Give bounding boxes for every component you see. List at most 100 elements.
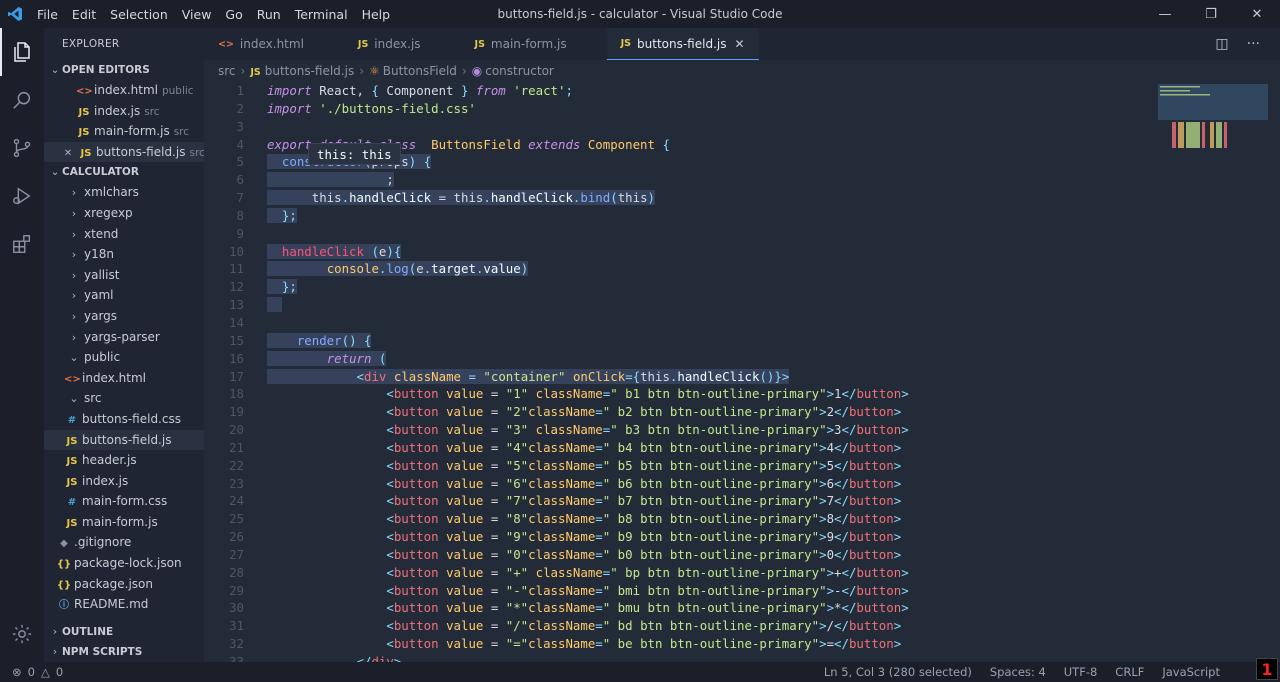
notification-badge[interactable]: 1 (1256, 658, 1278, 680)
code-token: this (453, 190, 484, 206)
breadcrumb-file[interactable]: buttons-field.js (265, 64, 354, 78)
code-token: value (446, 636, 484, 652)
chevron-right-icon: › (71, 206, 77, 220)
tree-item[interactable]: › yallist (44, 265, 204, 286)
code-token: > (819, 475, 827, 491)
chevron-right-icon: › (52, 626, 58, 638)
menu-view[interactable]: View (175, 7, 219, 22)
menu-run[interactable]: Run (250, 7, 288, 22)
code-token: className (528, 404, 596, 420)
extensions-icon[interactable] (0, 220, 44, 268)
menu-selection[interactable]: Selection (103, 7, 175, 22)
code-token: = (483, 529, 506, 545)
tab-index-html[interactable]: <> index.html (204, 28, 344, 60)
restore-icon[interactable]: ❐ (1188, 0, 1234, 28)
minimize-icon[interactable]: — (1142, 0, 1188, 28)
code-token: = (483, 439, 506, 455)
code-token: = (595, 457, 603, 473)
explorer-icon[interactable] (0, 28, 44, 76)
menu-help[interactable]: Help (355, 7, 398, 22)
indentation[interactable]: Spaces: 4 (990, 665, 1046, 679)
run-debug-icon[interactable] (0, 172, 44, 220)
tree-item[interactable]: <>index.html (44, 368, 204, 389)
close-icon[interactable]: ✕ (1234, 0, 1280, 28)
tree-item[interactable]: › yargs (44, 306, 204, 327)
open-editors-section[interactable]: ⌄ OPEN EDITORS (44, 60, 204, 80)
minimap[interactable] (1158, 82, 1268, 202)
tree-item[interactable]: # buttons-field.css (44, 409, 204, 430)
code-text: <button value = "5"className=" b5 btn bt… (267, 458, 901, 473)
dim-file-icon: ◆ (60, 538, 68, 550)
code-token: button (856, 386, 902, 402)
open-editor-item[interactable]: JS main-form.js src (44, 121, 204, 142)
tree-item[interactable]: › xtend (44, 224, 204, 245)
tab-index-js[interactable]: JS index.js (344, 28, 461, 60)
cursor-position[interactable]: Ln 5, Col 3 (280 selected) (824, 665, 972, 679)
open-editor-item[interactable]: <>index.html public (44, 80, 204, 101)
tree-item[interactable]: ⌄ public (44, 347, 204, 368)
language-mode[interactable]: JavaScript (1162, 665, 1220, 679)
tree-item[interactable]: › yargs-parser (44, 327, 204, 348)
breadcrumb-method[interactable]: constructor (485, 64, 554, 78)
open-editor-item[interactable]: ✕ JS buttons-field.js src (44, 141, 204, 165)
code-token: "0" (505, 546, 529, 562)
line-number: 26 (229, 529, 244, 545)
open-editor-item[interactable]: JS index.js src (44, 101, 204, 122)
tree-item[interactable]: ◆ .gitignore (44, 532, 204, 553)
line-endings[interactable]: CRLF (1115, 665, 1144, 679)
tree-item[interactable]: › yaml (44, 285, 204, 306)
code-token: = (483, 493, 506, 509)
tree-item[interactable]: ⌄ src (44, 388, 204, 409)
outline-section[interactable]: › OUTLINE (44, 622, 204, 642)
tree-item[interactable]: JS buttons-field.js (44, 429, 204, 451)
menu-file[interactable]: File (30, 7, 65, 22)
tree-item[interactable]: JS header.js (44, 450, 204, 471)
settings-gear-icon[interactable] (0, 610, 44, 658)
code-line: 13 (204, 296, 1154, 314)
breadcrumb-folder[interactable]: src (218, 64, 236, 78)
code-token: ) (520, 261, 529, 277)
split-editor-icon[interactable]: ◫ (1215, 36, 1228, 52)
tree-item[interactable]: › y18n (44, 244, 204, 265)
code-token: value (446, 511, 484, 527)
tree-item[interactable]: {} package-lock.json (44, 553, 204, 574)
more-actions-icon[interactable]: ··· (1247, 36, 1260, 52)
tab-buttons-field-js[interactable]: JS buttons-field.js ✕ (606, 28, 759, 60)
code-token: handleClick (281, 243, 364, 259)
code-editor[interactable]: 1 import React, { Component } from 'react… (204, 82, 1154, 662)
npm-scripts-section[interactable]: › NPM SCRIPTS (44, 642, 204, 662)
code-line: 28 <button value = "+" className=" bp bt… (204, 564, 1154, 582)
code-token: ( (378, 350, 387, 366)
tree-item[interactable]: ⓘ README.md (44, 594, 204, 615)
close-icon[interactable]: ✕ (734, 37, 744, 51)
tree-item[interactable]: # main-form.css (44, 491, 204, 512)
close-icon[interactable]: ✕ (60, 144, 76, 165)
source-control-icon[interactable] (0, 124, 44, 172)
project-section[interactable]: ⌄ CALCULATOR (44, 162, 204, 182)
problems-indicator[interactable]: ⊗ 0 △ 0 (0, 665, 63, 679)
code-token: "9" (505, 529, 529, 545)
menu-bar: File Edit Selection View Go Run Terminal Help (30, 0, 397, 28)
code-token: React, (311, 83, 372, 98)
encoding[interactable]: UTF-8 (1064, 665, 1098, 679)
tree-item[interactable]: › xmlchars (44, 182, 204, 203)
menu-go[interactable]: Go (218, 7, 249, 22)
tree-item[interactable]: › xregexp (44, 203, 204, 224)
tree-item[interactable]: JS main-form.js (44, 512, 204, 533)
tree-item[interactable]: {} package.json (44, 574, 204, 595)
tab-main-form-js[interactable]: JS main-form.js (461, 28, 607, 60)
tree-item[interactable]: JS index.js (44, 471, 204, 492)
code-token: > (819, 457, 827, 473)
code-token: button (848, 529, 894, 545)
menu-edit[interactable]: Edit (65, 7, 103, 22)
breadcrumb-class[interactable]: ButtonsField (383, 64, 457, 78)
menu-terminal[interactable]: Terminal (288, 7, 355, 22)
title-bar: File Edit Selection View Go Run Terminal Help b… (0, 0, 1280, 28)
code-token: </ (841, 582, 857, 598)
code-token: = (483, 404, 506, 420)
code-token: " b4 btn btn-outline-primary" (602, 439, 820, 455)
search-icon[interactable] (0, 76, 44, 124)
